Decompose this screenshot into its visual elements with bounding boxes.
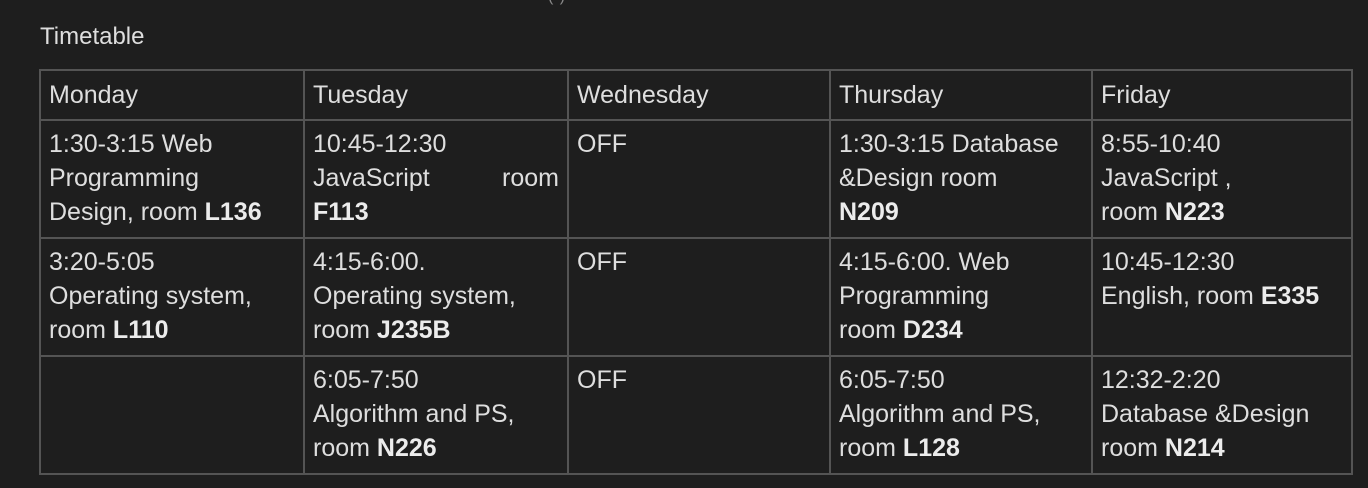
cell-tuesday-1: 10:45-12:30 JavaScript room F113 — [303, 119, 569, 239]
cell-text: OFF — [577, 130, 627, 158]
room-code: N209 — [839, 198, 899, 226]
cell-room-line: Design, room L136 — [49, 195, 295, 229]
cell-friday-3: 12:32-2:20 Database &Design room N214 — [1091, 355, 1353, 475]
cell-text: Algorithm and PS, — [313, 400, 515, 428]
header-wednesday: Wednesday — [567, 69, 831, 121]
table-row: 1:30-3:15 Web Programming Design, room L… — [39, 119, 1353, 239]
cell-friday-1: 8:55-10:40 JavaScript , room N223 — [1091, 119, 1353, 239]
header-row: Monday Tuesday Wednesday Thursday Friday — [39, 69, 1353, 121]
cell-room-line: room N226 — [313, 431, 559, 465]
header-monday: Monday — [39, 69, 305, 121]
room-code: L136 — [204, 198, 262, 226]
cell-text: Design, room — [49, 198, 198, 226]
cell-tuesday-3: 6:05-7:50 Algorithm and PS, room N226 — [303, 355, 569, 475]
table-row: 6:05-7:50 Algorithm and PS, room N226 OF… — [39, 355, 1353, 475]
room-code: N214 — [1164, 434, 1225, 462]
cell-text: Database &Design — [1101, 400, 1310, 428]
cell-friday-2: 10:45-12:30 English, room E335 — [1091, 237, 1353, 357]
timetable: Monday Tuesday Wednesday Thursday Friday… — [39, 69, 1353, 475]
header-friday: Friday — [1091, 69, 1353, 121]
cell-time: 1:30-3:15 Database — [839, 130, 1059, 158]
room-code: J235B — [376, 316, 451, 344]
top-fragment-text: ( ) — [548, 0, 566, 6]
cell-text: room — [1101, 198, 1158, 226]
page: ( ) Timetable Monday Tuesday Wednesday T… — [0, 0, 1368, 488]
room-code: D234 — [902, 316, 963, 344]
cell-text: Programming — [839, 282, 990, 310]
room-code: L128 — [902, 434, 960, 462]
cell-wednesday-2: OFF — [567, 237, 831, 357]
cell-monday-3 — [39, 355, 305, 475]
cell-thursday-2: 4:15-6:00. Web Programming room D234 — [829, 237, 1093, 357]
cell-text: Operating system, — [313, 282, 516, 310]
cell-room-line: room D234 — [839, 313, 1083, 347]
cell-text: room — [502, 164, 559, 192]
header-tuesday: Tuesday — [303, 69, 569, 121]
cell-text: JavaScript — [313, 164, 430, 192]
cell-time: 10:45-12:30 — [313, 130, 447, 158]
cell-time: 10:45-12:30 — [1101, 248, 1235, 276]
cell-wednesday-3: OFF — [567, 355, 831, 475]
cell-room-line: English, room E335 — [1101, 279, 1343, 313]
cell-thursday-3: 6:05-7:50 Algorithm and PS, room L128 — [829, 355, 1093, 475]
cell-time: 4:15-6:00. — [313, 248, 426, 276]
room-code: E335 — [1260, 282, 1320, 310]
room-code: N223 — [1164, 198, 1225, 226]
cell-text: room — [313, 434, 370, 462]
cell-text: OFF — [577, 248, 627, 276]
cell-text: JavaScript , — [1101, 164, 1232, 192]
cell-text: Algorithm and PS, — [839, 400, 1041, 428]
cell-tuesday-2: 4:15-6:00. Operating system, room J235B — [303, 237, 569, 357]
cell-text: English, room — [1101, 282, 1254, 310]
cell-text: room — [839, 434, 896, 462]
cell-monday-1: 1:30-3:15 Web Programming Design, room L… — [39, 119, 305, 239]
room-code: N226 — [376, 434, 437, 462]
cell-monday-2: 3:20-5:05 Operating system, room L110 — [39, 237, 305, 357]
cell-time: 12:32-2:20 — [1101, 366, 1221, 394]
cell-room-line: room N214 — [1101, 431, 1343, 465]
cell-text: Operating system, — [49, 282, 252, 310]
room-code: L110 — [112, 316, 169, 344]
cell-time: 4:15-6:00. Web — [839, 248, 1010, 276]
cell-room-line: room N223 — [1101, 195, 1343, 229]
header-thursday: Thursday — [829, 69, 1093, 121]
room-code: F113 — [313, 198, 369, 226]
page-title: Timetable — [40, 23, 145, 50]
cell-room-line: room L128 — [839, 431, 1083, 465]
cell-text: Programming — [49, 164, 200, 192]
cell-room-line: room L110 — [49, 313, 295, 347]
cell-text: room — [313, 316, 370, 344]
cell-thursday-1: 1:30-3:15 Database &Design room N209 — [829, 119, 1093, 239]
table-row: 3:20-5:05 Operating system, room L110 4:… — [39, 237, 1353, 357]
cell-text: room — [1101, 434, 1158, 462]
cell-time: 3:20-5:05 — [49, 248, 155, 276]
cell-text: room — [49, 316, 106, 344]
cell-time: 8:55-10:40 — [1101, 130, 1221, 158]
cell-text: room — [839, 316, 896, 344]
cell-justified-line: JavaScript room — [313, 161, 559, 195]
cell-text: OFF — [577, 366, 627, 394]
cell-time: 6:05-7:50 — [839, 366, 945, 394]
cell-room-line: room J235B — [313, 313, 559, 347]
cell-time: 1:30-3:15 Web — [49, 130, 213, 158]
cell-text: &Design room — [839, 164, 998, 192]
cell-wednesday-1: OFF — [567, 119, 831, 239]
cell-time: 6:05-7:50 — [313, 366, 419, 394]
